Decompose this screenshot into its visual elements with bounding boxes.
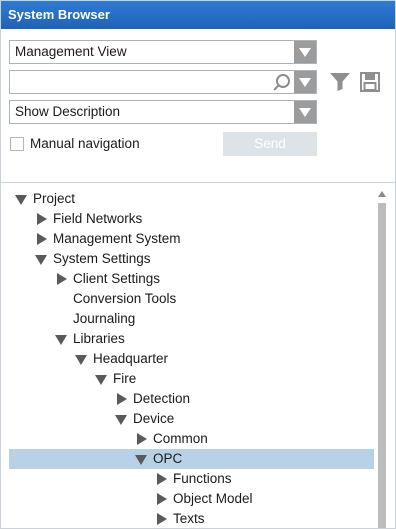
tree-item-label: Journaling <box>73 311 136 326</box>
tree-item-label: Project <box>33 191 76 206</box>
expanded-arrow-icon[interactable] <box>55 333 67 345</box>
vertical-scrollbar[interactable] <box>377 191 387 528</box>
search-input[interactable] <box>9 70 317 94</box>
tree-item[interactable]: Common <box>9 429 374 449</box>
save-icon[interactable] <box>360 72 380 92</box>
tree-item-label: Detection <box>133 391 191 406</box>
tree-item-label: Texts <box>173 511 205 526</box>
tree-item-label: System Settings <box>53 251 151 266</box>
expanded-arrow-icon[interactable] <box>95 373 107 385</box>
description-select-value: Show Description <box>15 104 121 119</box>
expanded-arrow-icon[interactable] <box>135 453 147 465</box>
tree-item-label: Management System <box>53 231 181 246</box>
window-title: System Browser <box>1 1 395 29</box>
system-browser-panel: System Browser Management View Show Desc… <box>0 0 396 529</box>
manual-navigation-label: Manual navigation <box>30 136 140 151</box>
tree-item[interactable]: Headquarter <box>9 349 374 369</box>
filter-icon[interactable] <box>329 72 351 92</box>
scroll-up-icon[interactable] <box>378 191 386 197</box>
collapsed-arrow-icon[interactable] <box>55 273 67 285</box>
tree-item-label: Libraries <box>73 331 125 346</box>
tree-item-label: Conversion Tools <box>73 291 177 306</box>
tree-item[interactable]: Project <box>9 189 374 209</box>
collapsed-arrow-icon[interactable] <box>155 513 167 525</box>
tree-item-label: Common <box>153 431 208 446</box>
tree-item[interactable]: Detection <box>9 389 374 409</box>
manual-navigation-checkbox[interactable] <box>10 137 24 151</box>
expanded-arrow-icon[interactable] <box>75 353 87 365</box>
send-button[interactable]: Send <box>223 132 317 156</box>
expanded-arrow-icon[interactable] <box>15 193 27 205</box>
tree-item-label: Object Model <box>173 491 253 506</box>
search-icon[interactable] <box>272 74 290 90</box>
scroll-thumb[interactable] <box>378 203 386 528</box>
expanded-arrow-icon[interactable] <box>115 413 127 425</box>
tree-item-label: OPC <box>153 451 183 466</box>
tree-item[interactable]: Conversion Tools <box>9 289 374 309</box>
collapsed-arrow-icon[interactable] <box>155 473 167 485</box>
tree-item[interactable]: Fire <box>9 369 374 389</box>
tree-item[interactable]: OPC <box>9 449 374 469</box>
collapsed-arrow-icon[interactable] <box>35 213 47 225</box>
collapsed-arrow-icon[interactable] <box>135 433 147 445</box>
tree-item[interactable]: Object Model <box>9 489 374 509</box>
expanded-arrow-icon[interactable] <box>35 253 47 265</box>
chevron-down-icon[interactable] <box>294 71 316 93</box>
tree-item[interactable]: Functions <box>9 469 374 489</box>
description-select[interactable]: Show Description <box>9 100 317 124</box>
tree-item-label: Device <box>133 411 175 426</box>
tree-item[interactable]: Client Settings <box>9 269 374 289</box>
tree-item[interactable]: Management System <box>9 229 374 249</box>
tree-item-label: Functions <box>173 471 232 486</box>
chevron-down-icon[interactable] <box>294 41 316 63</box>
collapsed-arrow-icon[interactable] <box>35 233 47 245</box>
view-select[interactable]: Management View <box>9 40 317 64</box>
tree-item[interactable]: Texts <box>9 509 374 529</box>
tree-item[interactable]: Journaling <box>9 309 374 329</box>
collapsed-arrow-icon[interactable] <box>155 493 167 505</box>
tree-item-label: Client Settings <box>73 271 161 286</box>
tree-item[interactable]: Field Networks <box>9 209 374 229</box>
collapsed-arrow-icon[interactable] <box>115 393 127 405</box>
tree-item[interactable]: Libraries <box>9 329 374 349</box>
tree-item-label: Headquarter <box>93 351 169 366</box>
chevron-down-icon[interactable] <box>294 101 316 123</box>
tree-item-label: Fire <box>113 371 137 386</box>
tree-item[interactable]: System Settings <box>9 249 374 269</box>
view-select-value: Management View <box>15 44 127 59</box>
tree-item-label: Field Networks <box>53 211 143 226</box>
tree-item[interactable]: Device <box>9 409 374 429</box>
